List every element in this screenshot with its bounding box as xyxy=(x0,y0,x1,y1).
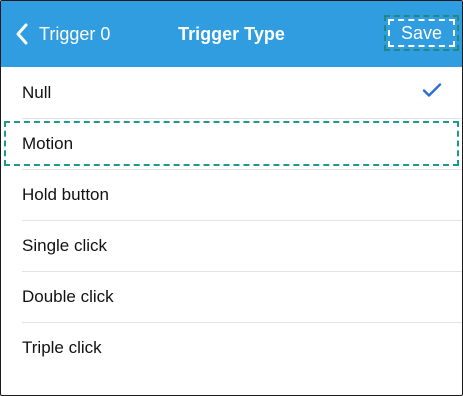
navigation-bar: Trigger 0 Trigger Type Save xyxy=(1,1,462,67)
option-hold-button[interactable]: Hold button xyxy=(1,169,462,221)
option-single-click[interactable]: Single click xyxy=(1,220,462,272)
option-label: Hold button xyxy=(22,184,109,204)
option-triple-click[interactable]: Triple click xyxy=(1,322,462,373)
app-window: Trigger 0 Trigger Type Save Null Motion … xyxy=(0,0,463,396)
option-label: Single click xyxy=(22,235,108,255)
option-label: Double click xyxy=(22,286,114,306)
option-null[interactable]: Null xyxy=(1,67,462,119)
back-label: Trigger 0 xyxy=(39,23,111,44)
option-label: Motion xyxy=(22,133,74,153)
option-motion[interactable]: Motion xyxy=(1,118,462,170)
option-double-click[interactable]: Double click xyxy=(1,271,462,323)
trigger-type-list: Null Motion Hold button Single click Dou… xyxy=(1,67,462,373)
option-label: Triple click xyxy=(22,337,102,357)
back-button[interactable]: Trigger 0 xyxy=(15,1,110,67)
save-button[interactable]: Save xyxy=(384,15,459,51)
chevron-left-icon xyxy=(15,23,29,45)
option-label: Null xyxy=(22,82,52,102)
checkmark-icon xyxy=(422,82,442,103)
